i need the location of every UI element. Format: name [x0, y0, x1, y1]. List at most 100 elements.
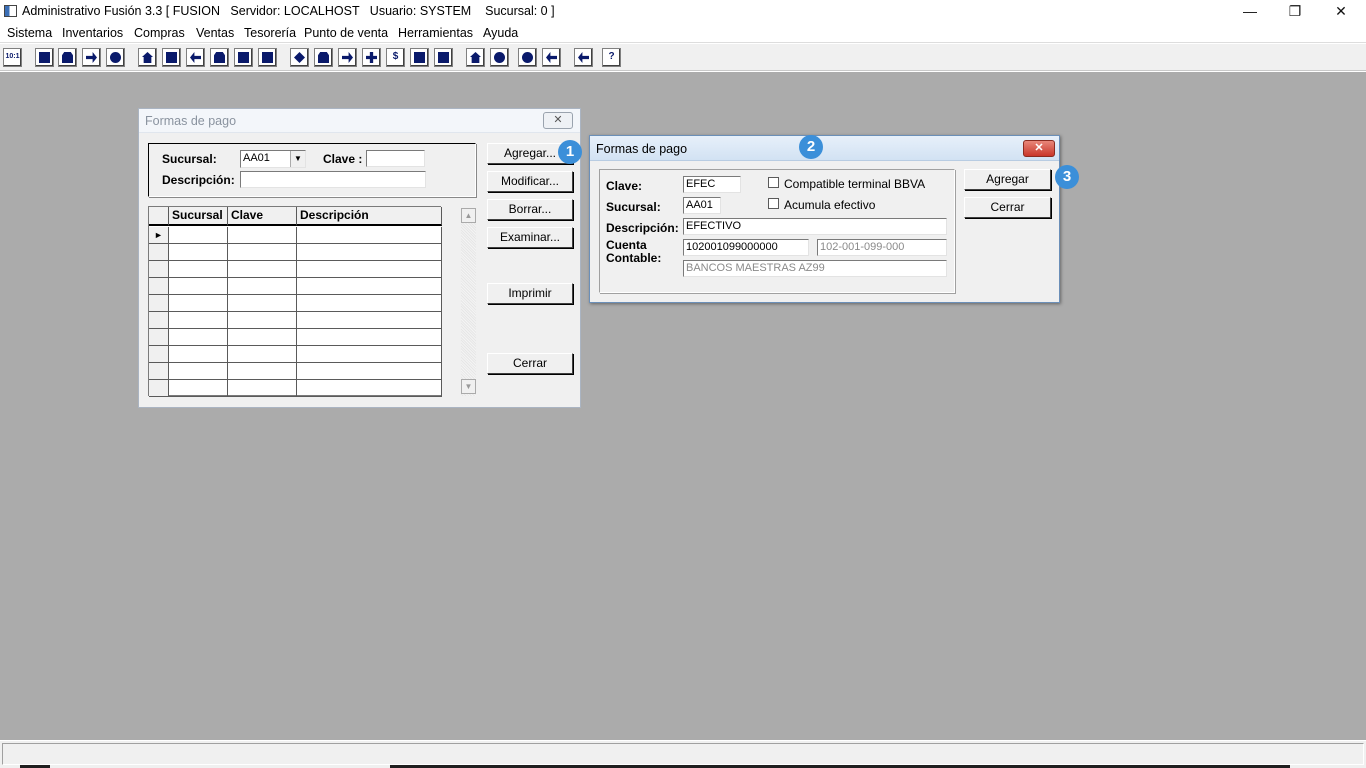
table-row[interactable] [149, 329, 442, 346]
data-grid[interactable]: Sucursal Clave Descripción ► [148, 206, 442, 397]
row-indicator[interactable] [149, 363, 169, 380]
table-row[interactable] [149, 261, 442, 278]
column-header-sucursal[interactable]: Sucursal [169, 207, 228, 226]
undo-icon[interactable] [542, 48, 561, 67]
search-icon[interactable] [490, 48, 509, 67]
row-indicator[interactable] [149, 380, 169, 397]
row-indicator[interactable] [149, 244, 169, 261]
grid-scrollbar[interactable]: ▲ ▼ [461, 208, 476, 396]
edit-close-button[interactable]: ✕ [1023, 140, 1055, 157]
table-cell[interactable] [297, 346, 442, 363]
menu-herramientas[interactable]: Herramientas [398, 26, 473, 40]
table-row[interactable] [149, 278, 442, 295]
scroll-up-icon[interactable]: ▲ [461, 208, 476, 223]
edit-descripcion-input[interactable]: EFECTIVO [683, 218, 947, 235]
table-cell[interactable] [297, 261, 442, 278]
table-cell[interactable] [228, 278, 297, 295]
borrar-button[interactable]: Borrar... [487, 199, 573, 220]
table-cell[interactable] [297, 278, 442, 295]
sucursal-select[interactable]: AA01 ▼ [240, 150, 306, 168]
table-cell[interactable] [169, 363, 228, 380]
table-cell[interactable] [297, 329, 442, 346]
folder-icon[interactable] [162, 48, 181, 67]
table-row[interactable]: ► [149, 227, 442, 244]
transfer-icon[interactable] [82, 48, 101, 67]
row-indicator[interactable] [149, 278, 169, 295]
table-cell[interactable] [169, 261, 228, 278]
export-icon[interactable] [338, 48, 357, 67]
table-cell[interactable] [297, 295, 442, 312]
row-indicator[interactable]: ► [149, 227, 169, 244]
edit-cerrar-button[interactable]: Cerrar [964, 197, 1051, 218]
table-cell[interactable] [228, 227, 297, 244]
table-cell[interactable] [228, 329, 297, 346]
row-indicator[interactable] [149, 295, 169, 312]
column-header-clave[interactable]: Clave [228, 207, 297, 226]
table-cell[interactable] [297, 380, 442, 397]
cerrar-button[interactable]: Cerrar [487, 353, 573, 374]
cuenta-contable-input[interactable]: 102001099000000 [683, 239, 809, 256]
edit-sucursal-input[interactable]: AA01 [683, 197, 721, 214]
box-icon[interactable] [314, 48, 333, 67]
page-icon[interactable] [410, 48, 429, 67]
table-cell[interactable] [169, 329, 228, 346]
table-row[interactable] [149, 363, 442, 380]
browse-close-button[interactable]: ✕ [543, 112, 573, 129]
table-cell[interactable] [169, 295, 228, 312]
add-icon[interactable] [362, 48, 381, 67]
money-icon[interactable]: $ [386, 48, 405, 67]
refresh-icon[interactable] [518, 48, 537, 67]
edit-clave-input[interactable]: EFEC [683, 176, 741, 193]
scroll-down-icon[interactable]: ▼ [461, 379, 476, 394]
printer-icon[interactable] [210, 48, 229, 67]
users-icon[interactable] [290, 48, 309, 67]
imprimir-button[interactable]: Imprimir [487, 283, 573, 304]
acumula-efectivo-checkbox[interactable] [768, 198, 779, 209]
row-indicator[interactable] [149, 346, 169, 363]
table-cell[interactable] [169, 380, 228, 397]
column-header-descripcion[interactable]: Descripción [297, 207, 442, 226]
modificar-button[interactable]: Modificar... [487, 171, 573, 192]
table-row[interactable] [149, 244, 442, 261]
menu-compras[interactable]: Compras [134, 26, 185, 40]
copy-icon[interactable] [35, 48, 54, 67]
table-cell[interactable] [169, 278, 228, 295]
table-cell[interactable] [228, 261, 297, 278]
table-cell[interactable] [297, 244, 442, 261]
table-cell[interactable] [297, 227, 442, 244]
row-indicator[interactable] [149, 261, 169, 278]
menu-inventarios[interactable]: Inventarios [62, 26, 123, 40]
menu-ventas[interactable]: Ventas [196, 26, 234, 40]
close-button[interactable]: ✕ [1318, 0, 1364, 23]
document-icon[interactable] [234, 48, 253, 67]
menu-ayuda[interactable]: Ayuda [483, 26, 518, 40]
home-icon[interactable] [466, 48, 485, 67]
clave-input[interactable] [366, 150, 425, 167]
print-left-icon[interactable] [186, 48, 205, 67]
edit-agregar-button[interactable]: Agregar [964, 169, 1051, 190]
calc-icon[interactable]: 10:1 [3, 48, 22, 67]
table-cell[interactable] [228, 346, 297, 363]
menu-punto-de-venta[interactable]: Punto de venta [304, 26, 388, 40]
table-row[interactable] [149, 312, 442, 329]
table-cell[interactable] [297, 363, 442, 380]
row-indicator[interactable] [149, 329, 169, 346]
table-cell[interactable] [297, 312, 442, 329]
table-cell[interactable] [169, 227, 228, 244]
table-row[interactable] [149, 295, 442, 312]
menu-tesoreria[interactable]: Tesorería [244, 26, 296, 40]
restore-button[interactable]: ❐ [1272, 0, 1318, 23]
compatible-bbva-checkbox[interactable] [768, 177, 779, 188]
table-icon[interactable] [434, 48, 453, 67]
chevron-down-icon[interactable]: ▼ [290, 151, 305, 167]
table-row[interactable] [149, 380, 442, 397]
menu-sistema[interactable]: Sistema [7, 26, 52, 40]
user-icon[interactable] [138, 48, 157, 67]
back-icon[interactable] [574, 48, 593, 67]
table-cell[interactable] [228, 312, 297, 329]
table-cell[interactable] [169, 346, 228, 363]
row-indicator[interactable] [149, 312, 169, 329]
table-cell[interactable] [228, 363, 297, 380]
descripcion-input[interactable] [240, 171, 426, 188]
zoom-icon[interactable] [106, 48, 125, 67]
